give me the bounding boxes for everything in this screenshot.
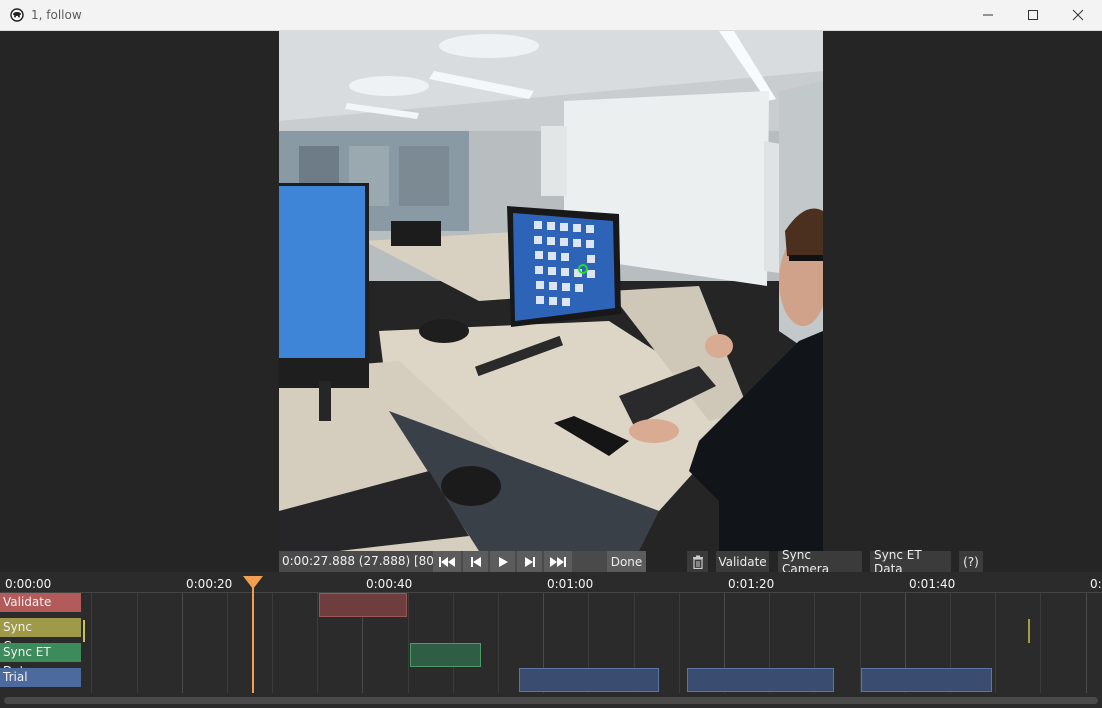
grid-line bbox=[272, 593, 273, 693]
maximize-icon bbox=[1028, 10, 1038, 20]
track-label-trial: Trial bbox=[0, 668, 81, 687]
tick-label: 0: bbox=[1090, 577, 1102, 591]
timeline-divider bbox=[0, 592, 1102, 593]
grid-line bbox=[679, 593, 680, 693]
timecode-display: 0:00:27.888 (27.888) [801] bbox=[282, 554, 447, 568]
grid-line bbox=[317, 593, 318, 693]
grid-line bbox=[227, 593, 228, 693]
playhead-line[interactable] bbox=[252, 588, 254, 693]
trial-interval[interactable] bbox=[519, 668, 659, 692]
sync-et-data-button[interactable]: Sync ET Data bbox=[870, 548, 951, 576]
delete-button[interactable] bbox=[687, 551, 708, 572]
skip-to-start-button[interactable] bbox=[433, 551, 461, 572]
close-icon bbox=[1072, 9, 1084, 21]
trial-interval[interactable] bbox=[861, 668, 992, 692]
sync-camera-marker[interactable] bbox=[83, 620, 85, 642]
done-button[interactable]: Done bbox=[607, 551, 646, 572]
step-forward-icon bbox=[524, 556, 535, 567]
trial-interval[interactable] bbox=[687, 668, 834, 692]
grid-line bbox=[1086, 593, 1087, 693]
maximize-button[interactable] bbox=[1010, 0, 1056, 30]
step-back-icon bbox=[470, 556, 481, 567]
skip-to-start-icon bbox=[439, 556, 455, 567]
grid-line bbox=[91, 593, 92, 693]
skip-to-end-icon bbox=[550, 556, 566, 567]
step-forward-button[interactable] bbox=[517, 551, 542, 572]
tick-label: 0:01:00 bbox=[547, 577, 594, 591]
tick-label: 0:01:40 bbox=[909, 577, 956, 591]
tick-label: 0:00:40 bbox=[366, 577, 413, 591]
playhead-handle[interactable] bbox=[242, 575, 264, 590]
track-label-sync-camera: Sync Camera bbox=[0, 618, 81, 653]
validate-button[interactable]: Validate bbox=[716, 551, 769, 572]
play-button[interactable] bbox=[490, 551, 515, 572]
app-icon bbox=[10, 8, 24, 22]
grid-line bbox=[182, 593, 183, 693]
minimize-button[interactable] bbox=[965, 0, 1011, 30]
tick-label: 0:01:20 bbox=[728, 577, 775, 591]
validate-interval[interactable] bbox=[319, 593, 407, 617]
track-label-sync-et-data: Sync ET Data bbox=[0, 643, 81, 678]
sync-camera-button[interactable]: Sync Camera bbox=[778, 548, 862, 576]
minimize-icon bbox=[983, 14, 993, 16]
grid-line bbox=[498, 593, 499, 693]
grid-line bbox=[1040, 593, 1041, 693]
close-button[interactable] bbox=[1055, 0, 1101, 30]
scrollbar-thumb[interactable] bbox=[4, 697, 1098, 704]
grid-line bbox=[137, 593, 138, 693]
scene-camera-image bbox=[279, 31, 823, 551]
trash-icon bbox=[692, 555, 703, 569]
title-bar: 1, follow bbox=[0, 0, 1102, 31]
step-back-button[interactable] bbox=[463, 551, 488, 572]
skip-to-end-button[interactable] bbox=[544, 551, 572, 572]
video-frame[interactable] bbox=[279, 31, 823, 551]
window-title: 1, follow bbox=[31, 8, 82, 22]
help-button[interactable]: (?) bbox=[959, 551, 983, 572]
track-label-validate: Validate bbox=[0, 593, 81, 612]
sync-camera-marker[interactable] bbox=[1028, 619, 1030, 643]
play-icon bbox=[498, 556, 508, 567]
tick-label: 0:00:20 bbox=[186, 577, 233, 591]
grid-line bbox=[408, 593, 409, 693]
grid-line bbox=[995, 593, 996, 693]
tick-label: 0:00:00 bbox=[5, 577, 52, 591]
sync-et-data-interval[interactable] bbox=[410, 643, 481, 667]
